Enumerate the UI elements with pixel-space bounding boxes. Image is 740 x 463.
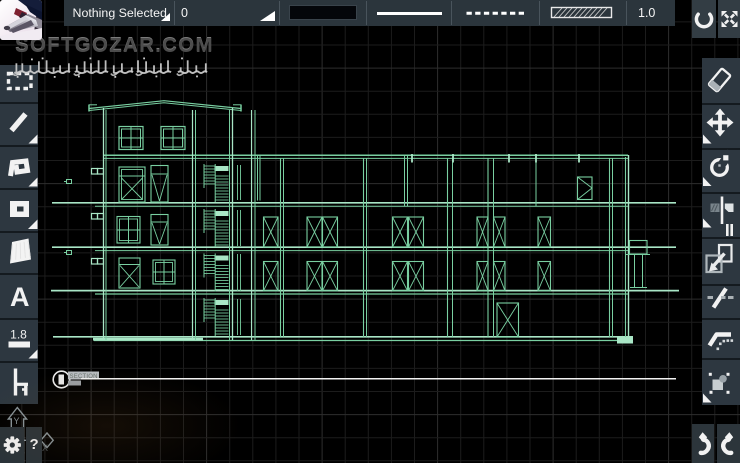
- svg-text:Y: Y: [14, 416, 20, 426]
- svg-text:X: X: [42, 443, 48, 453]
